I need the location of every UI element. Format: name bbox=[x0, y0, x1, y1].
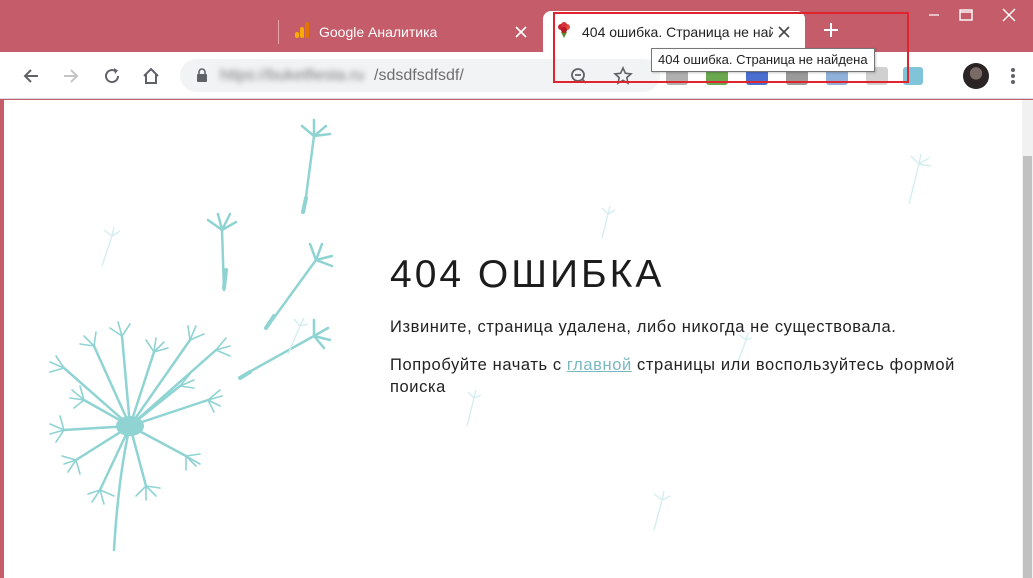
reload-button[interactable] bbox=[98, 62, 126, 90]
tab-404[interactable]: 404 ошибка. Страница не найдена bbox=[543, 11, 805, 52]
page-content: 404 ОШИБКА Извините, страница удалена, л… bbox=[4, 100, 1022, 578]
browser-toolbar: https://buketfiesta.ru /sdsdfsdfsdf/ bbox=[0, 52, 1033, 99]
tab-google-analytics[interactable]: Google Аналитика bbox=[280, 11, 542, 52]
page-title: 404 ОШИБКА bbox=[390, 253, 665, 296]
suggestion-text: Попробуйте начать с главной страницы или… bbox=[390, 354, 990, 398]
minimize-icon bbox=[929, 14, 939, 16]
menu-icon[interactable] bbox=[1005, 66, 1021, 86]
arrow-left-icon bbox=[23, 69, 38, 83]
scrollbar[interactable] bbox=[1022, 100, 1033, 578]
plus-icon bbox=[824, 23, 838, 37]
suggestion-text-before: Попробуйте начать с bbox=[390, 356, 567, 374]
arrow-right-icon bbox=[64, 69, 79, 83]
tab-close-icon[interactable] bbox=[510, 21, 532, 43]
forward-button[interactable] bbox=[57, 62, 85, 90]
analytics-icon bbox=[294, 22, 310, 41]
tab-separator bbox=[278, 20, 279, 44]
reload-icon bbox=[105, 68, 120, 84]
title-bar: Google Аналитика 404 ошибка. Страница не… bbox=[0, 0, 1033, 52]
new-tab-button[interactable] bbox=[817, 19, 845, 45]
home-button[interactable] bbox=[137, 62, 165, 90]
url-path: /sdsdfsdfsdf/ bbox=[374, 67, 464, 84]
star-icon[interactable] bbox=[613, 66, 633, 91]
extension-icon[interactable] bbox=[903, 67, 923, 85]
url-host: https://buketfiesta.ru bbox=[220, 67, 365, 84]
maximize-button[interactable] bbox=[944, 0, 988, 30]
maximize-icon bbox=[959, 9, 973, 21]
tab-title: Google Аналитика bbox=[319, 23, 438, 40]
address-bar[interactable]: https://buketfiesta.ru /sdsdfsdfsdf/ bbox=[180, 59, 660, 92]
flower-favicon-icon bbox=[555, 21, 573, 42]
zoom-icon[interactable] bbox=[570, 67, 588, 90]
tab-tooltip: 404 ошибка. Страница не найдена bbox=[651, 48, 875, 72]
home-icon bbox=[143, 67, 159, 84]
dandelion-illustration bbox=[49, 118, 932, 552]
home-link[interactable]: главной bbox=[567, 356, 632, 374]
back-button[interactable] bbox=[17, 62, 45, 90]
window-close-button[interactable] bbox=[985, 0, 1033, 30]
scrollbar-thumb[interactable] bbox=[1023, 156, 1032, 578]
error-message: Извините, страница удалена, либо никогда… bbox=[390, 318, 897, 336]
tab-title: 404 ошибка. Страница не найдена bbox=[582, 23, 773, 40]
tab-close-icon[interactable] bbox=[773, 21, 795, 43]
avatar[interactable] bbox=[963, 63, 989, 89]
close-icon bbox=[1002, 8, 1016, 22]
lock-icon bbox=[196, 68, 208, 87]
